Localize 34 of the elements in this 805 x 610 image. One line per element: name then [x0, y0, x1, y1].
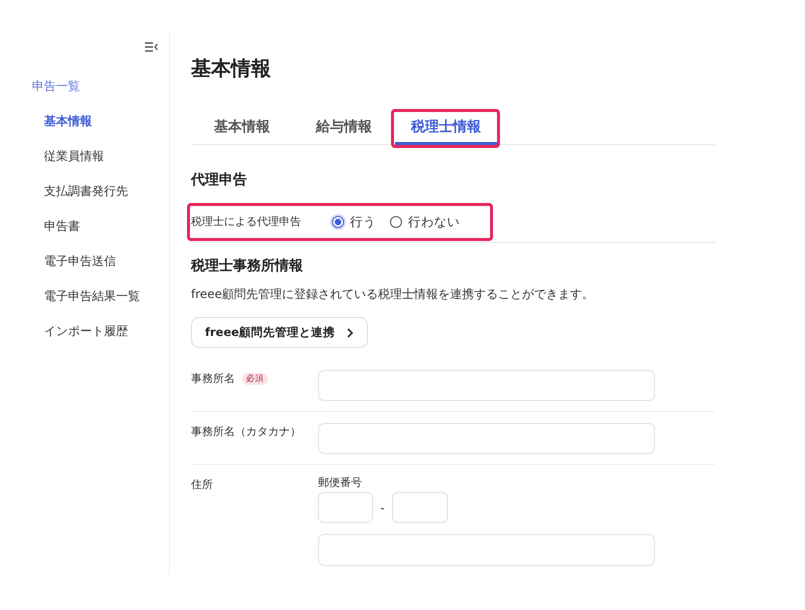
input-field[interactable] — [318, 423, 655, 454]
field-label: 事務所名 — [191, 372, 235, 386]
radio-label[interactable]: 行う — [350, 214, 376, 230]
postal-code-label: 郵便番号 — [318, 476, 362, 490]
sidebar-item[interactable]: 電子申告結果一覧 — [44, 279, 140, 314]
field-label: 税理士による代理申告 — [191, 215, 302, 229]
collapse-sidebar-icon[interactable] — [145, 42, 158, 52]
tab[interactable]: 給与情報 — [293, 110, 395, 145]
description-text: freee顧問先管理に登録されている税理士情報を連携することができます。 — [191, 286, 594, 303]
postal-code-field[interactable] — [392, 492, 448, 523]
sidebar-item[interactable]: 電子申告送信 — [44, 244, 116, 279]
section-heading: 代理申告 — [191, 171, 247, 190]
link-button[interactable]: freee顧問先管理と連携 — [191, 317, 368, 348]
field-label: 事務所名（カタカナ） — [191, 425, 301, 439]
sidebar-item[interactable]: インポート履歴 — [44, 314, 128, 349]
section-heading: 税理士事務所情報 — [191, 257, 303, 276]
radio-button[interactable] — [332, 216, 344, 228]
input-field[interactable] — [318, 370, 655, 401]
postal-code-separator: - — [379, 500, 386, 514]
sidebar-item[interactable]: 申告書 — [44, 209, 80, 244]
required-badge: 必須 — [242, 373, 268, 385]
page-title: 基本情報 — [191, 55, 271, 82]
radio-button[interactable] — [390, 216, 402, 228]
sidebar-item[interactable]: 基本情報 — [44, 104, 92, 139]
chevron-right-icon — [347, 328, 354, 338]
address-field[interactable] — [318, 534, 655, 566]
sidebar-item[interactable]: 支払調書発行先 — [44, 174, 128, 209]
radio-label[interactable]: 行わない — [408, 214, 460, 230]
sidebar-item[interactable]: 従業員情報 — [44, 139, 104, 174]
sidebar-section-link[interactable]: 申告一覧 — [32, 77, 80, 95]
field-label: 住所 — [191, 478, 213, 492]
postal-code-field[interactable] — [318, 492, 373, 523]
tab[interactable]: 基本情報 — [191, 110, 293, 145]
tab[interactable]: 税理士情報 — [395, 110, 497, 145]
